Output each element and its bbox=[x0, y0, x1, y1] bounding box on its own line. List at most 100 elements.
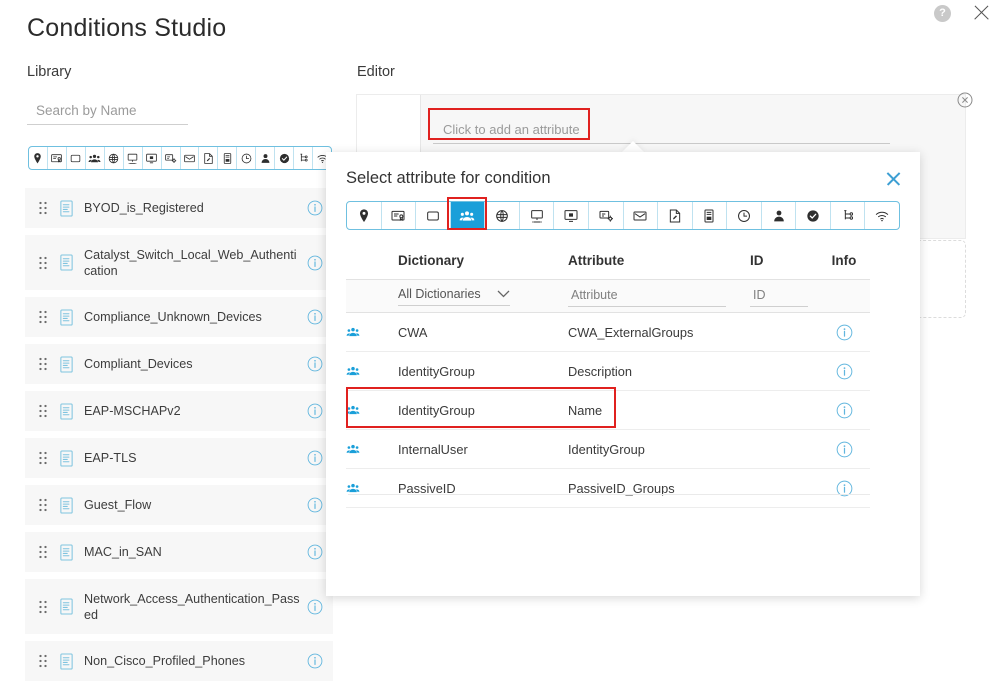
condition-document-icon bbox=[59, 199, 74, 217]
library-tab-monitor-icon[interactable] bbox=[143, 147, 162, 169]
modal-tab-person-icon[interactable] bbox=[762, 202, 797, 229]
info-icon[interactable] bbox=[307, 356, 323, 372]
library-tab-certificate-icon[interactable] bbox=[48, 147, 67, 169]
shield-check-icon bbox=[278, 152, 291, 165]
info-icon[interactable] bbox=[307, 403, 323, 419]
modal-tab-shield-check-icon[interactable] bbox=[796, 202, 831, 229]
help-icon[interactable]: ? bbox=[934, 4, 951, 22]
drag-handle-icon[interactable] bbox=[37, 309, 49, 325]
modal-tab-globe-icon[interactable] bbox=[485, 202, 520, 229]
table-row[interactable]: IdentityGroup Name bbox=[346, 391, 870, 430]
attribute-filter-input[interactable] bbox=[568, 287, 726, 307]
list-item-label: Network_Access_Authentication_Passed bbox=[84, 591, 300, 622]
close-icon[interactable] bbox=[971, 3, 991, 23]
modal-tab-envelope-icon[interactable] bbox=[624, 202, 659, 229]
modal-close-icon[interactable] bbox=[885, 170, 902, 187]
drag-handle-icon[interactable] bbox=[37, 544, 49, 560]
header-attribute: Attribute bbox=[568, 253, 625, 268]
modal-tab-server-icon[interactable] bbox=[693, 202, 728, 229]
library-tab-person-icon[interactable] bbox=[256, 147, 276, 169]
list-item-label: Non_Cisco_Profiled_Phones bbox=[84, 654, 246, 668]
modal-tab-location-pin-icon[interactable] bbox=[347, 202, 382, 229]
modal-tab-box-icon[interactable] bbox=[416, 202, 451, 229]
info-icon[interactable] bbox=[307, 255, 323, 271]
list-item[interactable]: Compliant_Devices bbox=[25, 344, 333, 384]
list-item[interactable]: EAP-TLS bbox=[25, 438, 333, 478]
library-tab-shield-check-icon[interactable] bbox=[275, 147, 295, 169]
library-tab-group-icon[interactable] bbox=[86, 147, 105, 169]
modal-tab-network-tree-icon[interactable] bbox=[831, 202, 866, 229]
library-tab-device-config-icon[interactable] bbox=[162, 147, 181, 169]
table-row[interactable]: InternalUser IdentityGroup bbox=[346, 430, 870, 469]
drag-handle-icon[interactable] bbox=[37, 599, 49, 615]
table-row[interactable]: CWA CWA_ExternalGroups bbox=[346, 313, 870, 352]
modal-tab-certificate-icon[interactable] bbox=[382, 202, 417, 229]
library-tab-document-pen-icon[interactable] bbox=[199, 147, 219, 169]
list-item[interactable]: Guest_Flow bbox=[25, 485, 333, 525]
modal-title: Select attribute for condition bbox=[346, 169, 551, 187]
add-attribute-field[interactable]: Click to add an attribute bbox=[433, 122, 890, 144]
library-tab-clock-icon[interactable] bbox=[237, 147, 257, 169]
cell-attribute: Description bbox=[568, 363, 633, 379]
library-condition-list[interactable]: BYOD_is_Registered Catalyst_Switch_Local_… bbox=[25, 188, 333, 681]
drag-handle-icon[interactable] bbox=[37, 653, 49, 669]
info-icon[interactable] bbox=[307, 653, 323, 669]
list-item[interactable]: BYOD_is_Registered bbox=[25, 188, 333, 228]
library-tab-location-pin-icon[interactable] bbox=[29, 147, 48, 169]
library-tab-network-tree-icon[interactable] bbox=[294, 147, 314, 169]
info-icon[interactable] bbox=[307, 309, 323, 325]
drag-handle-icon[interactable] bbox=[37, 403, 49, 419]
info-icon[interactable] bbox=[307, 200, 323, 216]
info-icon[interactable] bbox=[307, 450, 323, 466]
modal-tab-clock-icon[interactable] bbox=[727, 202, 762, 229]
drag-handle-icon[interactable] bbox=[37, 356, 49, 372]
list-item[interactable]: MAC_in_SAN bbox=[25, 532, 333, 572]
search-input[interactable] bbox=[27, 101, 188, 125]
desktop-icon bbox=[126, 152, 139, 165]
id-filter-input[interactable] bbox=[750, 287, 808, 307]
table-filter-row: All Dictionaries bbox=[346, 280, 870, 313]
modal-tab-device-config-icon[interactable] bbox=[589, 202, 624, 229]
info-icon[interactable] bbox=[307, 599, 323, 615]
drag-handle-icon[interactable] bbox=[37, 200, 49, 216]
modal-tab-document-pen-icon[interactable] bbox=[658, 202, 693, 229]
globe-icon bbox=[107, 152, 120, 165]
group-icon bbox=[459, 208, 475, 224]
library-tab-envelope-icon[interactable] bbox=[181, 147, 200, 169]
document-pen-icon bbox=[202, 152, 215, 165]
list-item[interactable]: Network_Access_Authentication_Passed bbox=[25, 579, 333, 634]
row-info-icon[interactable] bbox=[818, 324, 870, 341]
header-info: Info bbox=[831, 253, 857, 268]
list-item[interactable]: Catalyst_Switch_Local_Web_Authentication bbox=[25, 235, 333, 290]
modal-dictionary-tabs[interactable] bbox=[346, 201, 900, 230]
row-info-icon[interactable] bbox=[818, 441, 870, 458]
row-info-icon[interactable] bbox=[818, 402, 870, 419]
list-item-label: BYOD_is_Registered bbox=[84, 201, 204, 215]
modal-tab-wifi-icon[interactable] bbox=[865, 202, 899, 229]
info-icon[interactable] bbox=[307, 497, 323, 513]
library-filter-tabs[interactable] bbox=[28, 146, 332, 170]
library-tab-server-icon[interactable] bbox=[218, 147, 238, 169]
circle-close-icon[interactable] bbox=[957, 92, 973, 108]
library-tab-desktop-icon[interactable] bbox=[124, 147, 143, 169]
list-item[interactable]: EAP-MSCHAPv2 bbox=[25, 391, 333, 431]
modal-tab-group-icon[interactable] bbox=[450, 202, 486, 229]
drag-handle-icon[interactable] bbox=[37, 255, 49, 271]
library-tab-box-icon[interactable] bbox=[67, 147, 86, 169]
dictionary-filter[interactable]: All Dictionaries bbox=[398, 287, 568, 306]
library-tab-globe-icon[interactable] bbox=[105, 147, 124, 169]
list-item[interactable]: Non_Cisco_Profiled_Phones bbox=[25, 641, 333, 681]
condition-document-icon bbox=[59, 543, 74, 561]
library-search bbox=[27, 101, 188, 125]
info-icon[interactable] bbox=[307, 544, 323, 560]
table-row[interactable]: PassiveID PassiveID_Groups bbox=[346, 469, 870, 508]
envelope-icon bbox=[183, 152, 196, 165]
table-row[interactable]: IdentityGroup Description bbox=[346, 352, 870, 391]
modal-tab-desktop-icon[interactable] bbox=[520, 202, 555, 229]
modal-tab-monitor-icon[interactable] bbox=[554, 202, 589, 229]
list-item-label: EAP-MSCHAPv2 bbox=[84, 404, 181, 418]
drag-handle-icon[interactable] bbox=[37, 497, 49, 513]
row-info-icon[interactable] bbox=[818, 363, 870, 380]
drag-handle-icon[interactable] bbox=[37, 450, 49, 466]
list-item[interactable]: Compliance_Unknown_Devices bbox=[25, 297, 333, 337]
